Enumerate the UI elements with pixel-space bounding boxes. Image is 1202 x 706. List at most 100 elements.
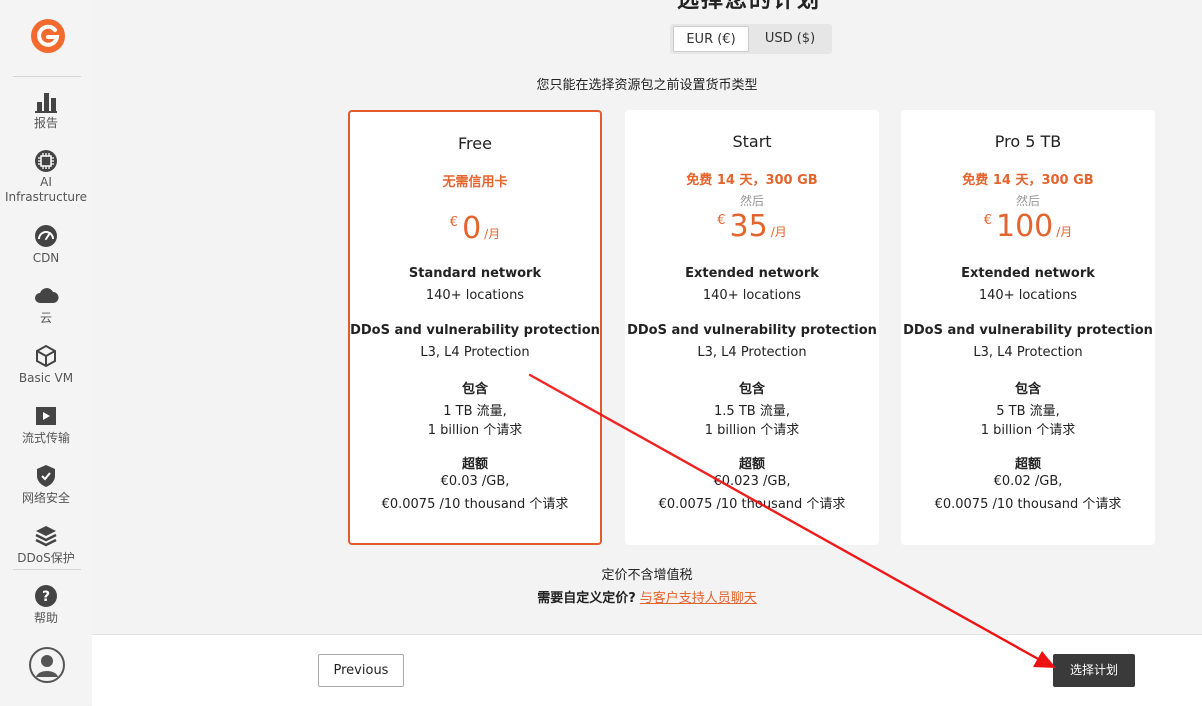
chip-icon — [35, 150, 57, 172]
previous-button[interactable]: Previous — [318, 654, 404, 687]
plan-includes-label: 包含 — [1014, 382, 1041, 397]
sidebar-item-label-line2: Infrastructure — [4, 190, 88, 204]
plan-locations: 140+ locations — [702, 288, 802, 303]
plan-card-free[interactable]: Free 无需信用卡 €0/月 Standard network 140+ lo… — [348, 110, 602, 545]
plan-protection: DDoS and vulnerability protection — [627, 323, 877, 338]
vat-note: 定价不含增值税 — [601, 568, 693, 583]
plan-network: Extended network — [961, 266, 1095, 281]
plan-requests: 1 billion 个请求 — [427, 423, 523, 438]
page-title: 选择您的计划 — [677, 0, 822, 13]
plan-offer: 免费 14 天，300 GB — [962, 173, 1094, 188]
plan-overage-label: 超额 — [738, 457, 765, 472]
select-plan-button[interactable]: 选择计划 — [1053, 654, 1135, 687]
plan-price: €100/月 — [901, 209, 1155, 244]
sidebar-divider-top — [13, 76, 81, 77]
sidebar-divider-bottom — [13, 569, 81, 570]
plan-traffic: 1.5 TB 流量, — [714, 404, 790, 419]
price-period: /月 — [484, 227, 501, 241]
plan-protection-detail: L3, L4 Protection — [697, 345, 807, 360]
plan-protection-detail: L3, L4 Protection — [420, 345, 530, 360]
shield-check-icon — [37, 465, 55, 487]
plan-overage-traffic: €0.02 /GB, — [993, 474, 1063, 489]
bar-chart-icon — [35, 93, 57, 113]
plan-name: Pro 5 TB — [994, 132, 1062, 151]
sidebar-item-label: 网络安全 — [21, 491, 70, 505]
currency-symbol: € — [449, 215, 459, 230]
sidebar: 报告 AI Infrastructure CDN 云 Basic VM 流式传输… — [0, 0, 93, 705]
chat-support-link[interactable]: 与客户支持人员聊天 — [640, 591, 757, 606]
price-amount: 35 — [729, 209, 768, 244]
main-content: 选择您的计划 EUR (€) USD ($) 您只能在选择资源包之前设置货币类型… — [92, 0, 1202, 706]
sidebar-item-label: DDoS保护 — [17, 551, 75, 565]
currency-option-usd[interactable]: USD ($) — [751, 26, 829, 52]
plan-overage-traffic: €0.023 /GB, — [713, 474, 791, 489]
plan-traffic: 5 TB 流量, — [996, 404, 1060, 419]
sidebar-item-label: CDN — [32, 251, 60, 265]
plan-offer: 免费 14 天，300 GB — [686, 173, 818, 188]
plan-then-label: 然后 — [739, 194, 764, 208]
sidebar-item-help[interactable]: ? 帮助 — [0, 583, 92, 626]
user-avatar-icon[interactable] — [28, 646, 66, 684]
currency-toggle: EUR (€) USD ($) — [670, 24, 832, 54]
layers-icon — [35, 526, 57, 547]
price-amount: 100 — [995, 209, 1054, 244]
play-icon — [36, 407, 56, 425]
sidebar-item-ai-infrastructure[interactable]: AI Infrastructure — [0, 148, 92, 205]
plan-price: €35/月 — [625, 209, 879, 244]
sidebar-item-web-security[interactable]: 网络安全 — [0, 463, 92, 506]
plan-protection: DDoS and vulnerability protection — [350, 323, 600, 338]
currency-symbol: € — [983, 213, 992, 228]
price-period: /月 — [770, 225, 787, 239]
sidebar-item-cloud[interactable]: 云 — [0, 283, 92, 326]
plan-protection-detail: L3, L4 Protection — [973, 345, 1083, 360]
currency-symbol: € — [717, 213, 726, 228]
plan-includes-label: 包含 — [738, 382, 765, 397]
sidebar-item-label: 报告 — [33, 116, 58, 130]
price-period: /月 — [1056, 225, 1073, 239]
price-amount: 0 — [462, 211, 482, 246]
help-icon: ? — [35, 585, 57, 607]
plan-overage-requests: €0.0075 /10 thousand 个请求 — [381, 497, 569, 512]
plan-protection: DDoS and vulnerability protection — [903, 323, 1153, 338]
plan-card-pro-5tb[interactable]: Pro 5 TB 免费 14 天，300 GB 然后 €100/月 Extend… — [901, 110, 1155, 545]
plan-overage-requests: €0.0075 /10 thousand 个请求 — [934, 497, 1122, 512]
plan-then-label: 然后 — [1015, 194, 1040, 208]
gcore-logo-icon[interactable] — [29, 17, 67, 55]
plan-includes-label: 包含 — [461, 382, 488, 397]
sidebar-item-label: 云 — [39, 311, 52, 325]
plan-overage-label: 超额 — [461, 457, 488, 472]
plan-network: Extended network — [685, 266, 819, 281]
custom-pricing-row: 需要自定义定价? 与客户支持人员聊天 — [92, 587, 1202, 606]
plan-requests: 1 billion 个请求 — [980, 423, 1076, 438]
sidebar-item-basic-vm[interactable]: Basic VM — [0, 343, 92, 386]
currency-note: 您只能在选择资源包之前设置货币类型 — [536, 78, 758, 93]
footer-bar: Previous 选择计划 — [92, 634, 1202, 706]
cube-icon — [36, 344, 56, 368]
plan-locations: 140+ locations — [425, 288, 525, 303]
sidebar-item-cdn[interactable]: CDN — [0, 223, 92, 266]
plan-price: €0/月 — [350, 211, 600, 246]
sidebar-item-label: 帮助 — [33, 611, 58, 625]
plan-locations: 140+ locations — [978, 288, 1078, 303]
sidebar-item-ddos-protection[interactable]: DDoS保护 — [0, 523, 92, 566]
plan-overage-traffic: €0.03 /GB, — [440, 474, 510, 489]
plan-traffic: 1 TB 流量, — [443, 404, 507, 419]
plan-overage-label: 超额 — [1014, 457, 1041, 472]
cloud-icon — [35, 288, 59, 303]
plan-name: Start — [732, 132, 772, 151]
speedometer-icon — [35, 225, 57, 247]
svg-text:?: ? — [42, 589, 50, 605]
plan-overage-requests: €0.0075 /10 thousand 个请求 — [658, 497, 846, 512]
sidebar-item-streaming[interactable]: 流式传输 — [0, 403, 92, 446]
plan-network: Standard network — [408, 266, 542, 281]
plan-offer: 无需信用卡 — [442, 175, 508, 190]
sidebar-item-label-line1: AI — [40, 175, 52, 189]
sidebar-item-reports[interactable]: 报告 — [0, 88, 92, 131]
plan-card-start[interactable]: Start 免费 14 天，300 GB 然后 €35/月 Extended n… — [625, 110, 879, 545]
plan-name: Free — [458, 134, 492, 153]
sidebar-item-label: 流式传输 — [21, 431, 70, 445]
custom-pricing-question: 需要自定义定价? — [537, 591, 636, 606]
plan-requests: 1 billion 个请求 — [704, 423, 800, 438]
sidebar-item-label: Basic VM — [18, 371, 74, 385]
currency-option-eur[interactable]: EUR (€) — [673, 26, 749, 52]
